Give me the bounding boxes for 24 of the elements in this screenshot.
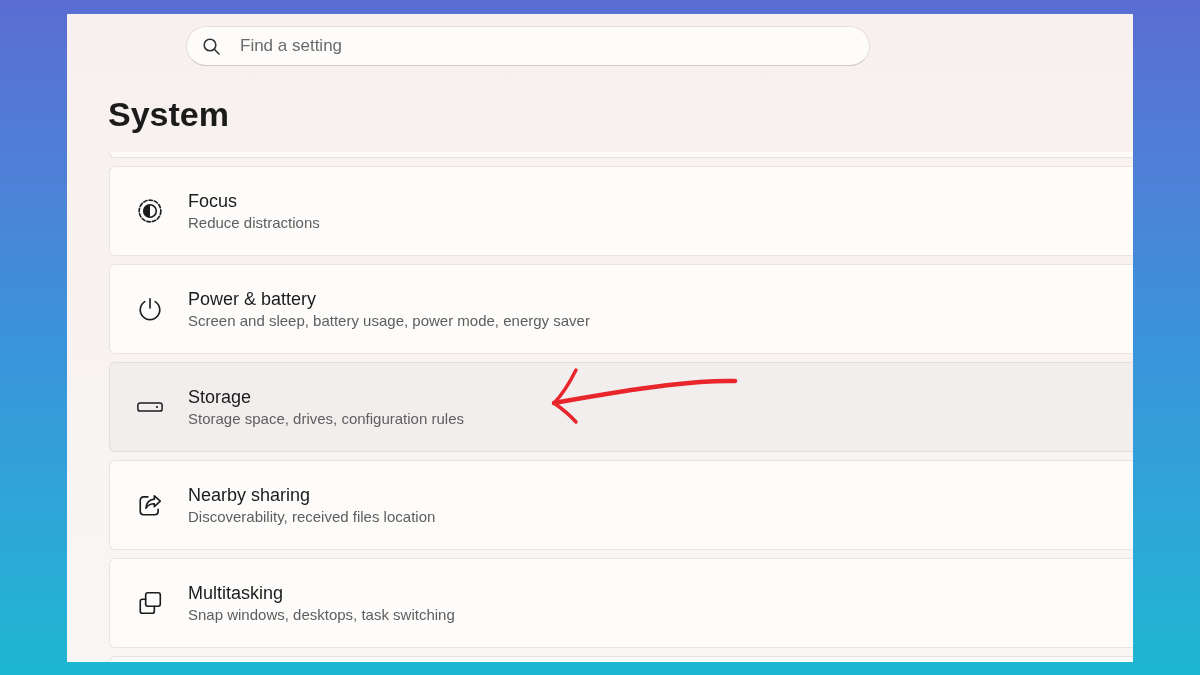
setting-title: Power & battery — [188, 287, 318, 311]
setting-title: Storage — [188, 385, 253, 409]
settings-card[interactable]: Focus Reduce distractions — [109, 166, 1133, 256]
search-field[interactable]: Find a setting — [186, 26, 870, 66]
setting-description: Snap windows, desktops, task switching — [188, 604, 455, 625]
setting-description: Storage space, drives, configuration rules — [188, 408, 464, 429]
page-title: System — [108, 94, 229, 135]
setting-title: Nearby sharing — [188, 483, 312, 507]
settings-card[interactable]: Storage Storage space, drives, configuration rules — [109, 362, 1133, 452]
focus-icon — [137, 198, 163, 224]
setting-title: Multitasking — [188, 581, 285, 605]
setting-description: Reduce distractions — [188, 212, 320, 233]
setting-description: Discoverability, received files location — [188, 506, 436, 527]
settings-card[interactable]: Power & battery Screen and sleep, battery usage, power mode, energy saver — [109, 264, 1133, 354]
setting-description: Screen and sleep, battery usage, power mode, energy saver — [188, 310, 590, 331]
settings-card[interactable] — [109, 152, 1133, 158]
settings-card[interactable]: Nearby sharing Discoverability, received files location — [109, 460, 1133, 550]
setting-title: Focus — [188, 189, 239, 213]
share-icon — [137, 492, 163, 518]
settings-card[interactable]: Multitasking Snap windows, desktops, task switching — [109, 558, 1133, 648]
search-icon — [203, 38, 220, 55]
windows-icon — [137, 590, 163, 616]
power-icon — [137, 296, 163, 322]
drive-icon — [137, 402, 163, 412]
